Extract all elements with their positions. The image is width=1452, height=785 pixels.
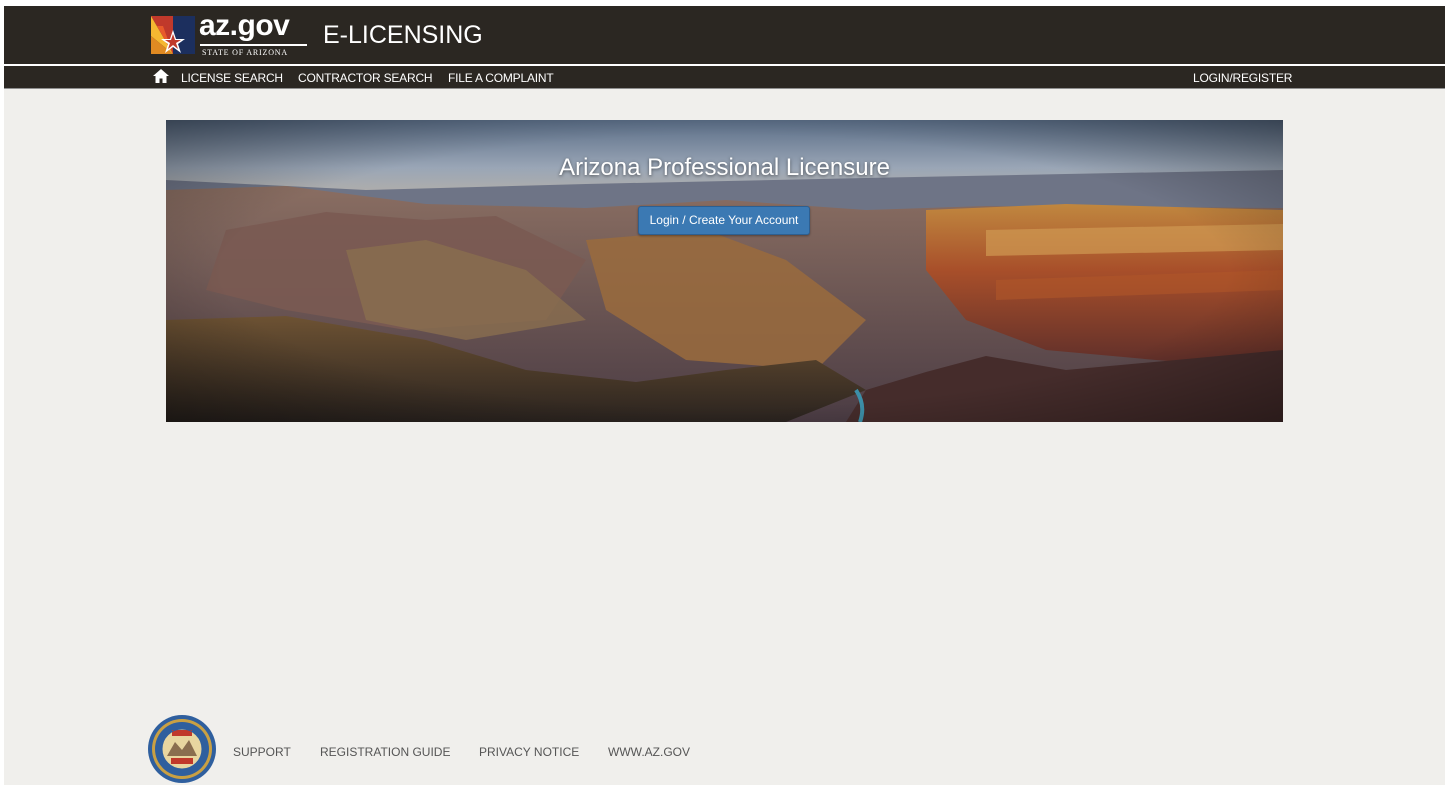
arizona-seal-icon[interactable] <box>147 714 217 784</box>
logo-wordmark: az.gov <box>199 9 290 42</box>
footer-privacy-notice-link[interactable]: PRIVACY NOTICE <box>479 745 579 759</box>
hero-title: Arizona Professional Licensure <box>559 154 890 181</box>
arizona-flag-icon <box>151 16 195 54</box>
footer-support-link[interactable]: SUPPORT <box>233 745 291 759</box>
site-header: az.gov STATE OF ARIZONA E-LICENSING <box>4 6 1445 64</box>
site-footer: SUPPORT REGISTRATION GUIDE PRIVACY NOTIC… <box>4 706 1445 785</box>
logo-subtext: STATE OF ARIZONA <box>202 48 288 57</box>
nav-license-search[interactable]: LICENSE SEARCH <box>181 71 283 85</box>
app-title: E-LICENSING <box>323 21 483 49</box>
login-create-account-button[interactable]: Login / Create Your Account <box>638 206 810 235</box>
az-gov-logo[interactable]: az.gov STATE OF ARIZONA <box>149 9 311 60</box>
footer-registration-guide-link[interactable]: REGISTRATION GUIDE <box>320 745 450 759</box>
hero-banner: Arizona Professional Licensure Login / C… <box>166 120 1283 422</box>
page-frame: az.gov STATE OF ARIZONA E-LICENSING LICE… <box>4 6 1445 785</box>
nav-contractor-search[interactable]: CONTRACTOR SEARCH <box>298 71 433 85</box>
footer-az-gov-link[interactable]: WWW.AZ.GOV <box>608 745 690 759</box>
nav-login-register[interactable]: LOGIN/REGISTER <box>1193 71 1292 85</box>
nav-file-a-complaint[interactable]: FILE A COMPLAINT <box>448 71 554 85</box>
logo-underline <box>200 44 307 46</box>
main-nav: LICENSE SEARCH CONTRACTOR SEARCH FILE A … <box>4 66 1445 89</box>
home-icon[interactable] <box>153 69 169 83</box>
